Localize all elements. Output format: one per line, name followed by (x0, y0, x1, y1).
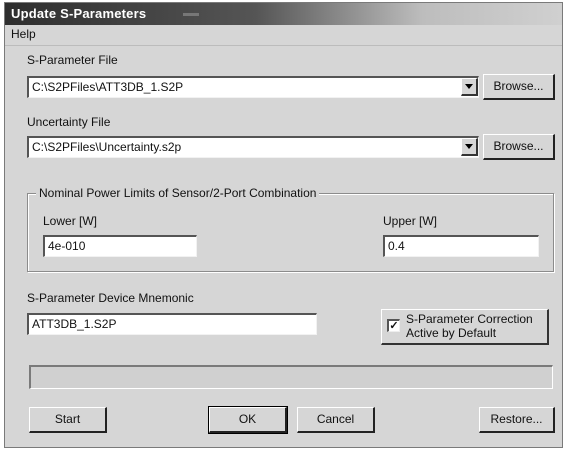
power-limits-group: Nominal Power Limits of Sensor/2-Port Co… (27, 186, 554, 272)
sparam-file-value: C:\S2PFiles\ATT3DB_1.S2P (32, 80, 184, 94)
upper-limit-label: Upper [W] (383, 214, 438, 228)
cancel-button[interactable]: Cancel (297, 407, 375, 433)
correction-label-line1: S-Parameter Correction (406, 312, 533, 326)
uncertainty-file-label: Uncertainty File (27, 115, 111, 129)
sparam-file-dropdown-arrow-icon[interactable] (461, 78, 478, 96)
uncertainty-file-value: C:\S2PFiles\Uncertainty.s2p (32, 140, 182, 154)
sparam-file-combo[interactable]: C:\S2PFiles\ATT3DB_1.S2P (27, 76, 479, 98)
uncertainty-file-combo[interactable]: C:\S2PFiles\Uncertainty.s2p (27, 136, 479, 158)
uncertainty-browse-button[interactable]: Browse... (483, 134, 555, 160)
title-bar[interactable]: Update S-Parameters (5, 3, 562, 25)
start-button[interactable]: Start (29, 407, 107, 433)
correction-label: S-Parameter Correction Active by Default (406, 312, 533, 340)
correction-checkbox-area[interactable]: ✓ S-Parameter Correction Active by Defau… (381, 309, 549, 345)
lower-limit-label: Lower [W] (43, 214, 98, 228)
menu-help[interactable]: Help (11, 27, 36, 41)
window-title: Update S-Parameters (11, 6, 147, 21)
upper-limit-value: 0.4 (388, 239, 405, 253)
sparam-file-label: S-Parameter File (27, 53, 118, 67)
update-s-parameters-window: Update S-Parameters Help S-Parameter Fil… (4, 2, 563, 448)
mnemonic-value: ATT3DB_1.S2P (32, 317, 117, 331)
correction-checkbox[interactable]: ✓ (387, 319, 400, 332)
sparam-browse-button[interactable]: Browse... (483, 74, 555, 100)
check-mark-icon: ✓ (389, 320, 399, 332)
restore-button[interactable]: Restore... (479, 407, 555, 433)
lower-limit-input[interactable]: 4e-010 (43, 235, 197, 257)
uncertainty-file-dropdown-arrow-icon[interactable] (461, 138, 478, 156)
mnemonic-input[interactable]: ATT3DB_1.S2P (27, 313, 317, 335)
ok-button[interactable]: OK (208, 406, 288, 434)
correction-label-line2: Active by Default (406, 326, 497, 340)
mnemonic-label: S-Parameter Device Mnemonic (27, 291, 194, 305)
upper-limit-input[interactable]: 0.4 (383, 235, 539, 257)
lower-limit-value: 4e-010 (48, 239, 86, 253)
menu-bar: Help (5, 25, 562, 46)
power-limits-group-title: Nominal Power Limits of Sensor/2-Port Co… (36, 186, 320, 200)
progress-bar (29, 365, 553, 389)
title-bar-decoration (183, 13, 199, 16)
